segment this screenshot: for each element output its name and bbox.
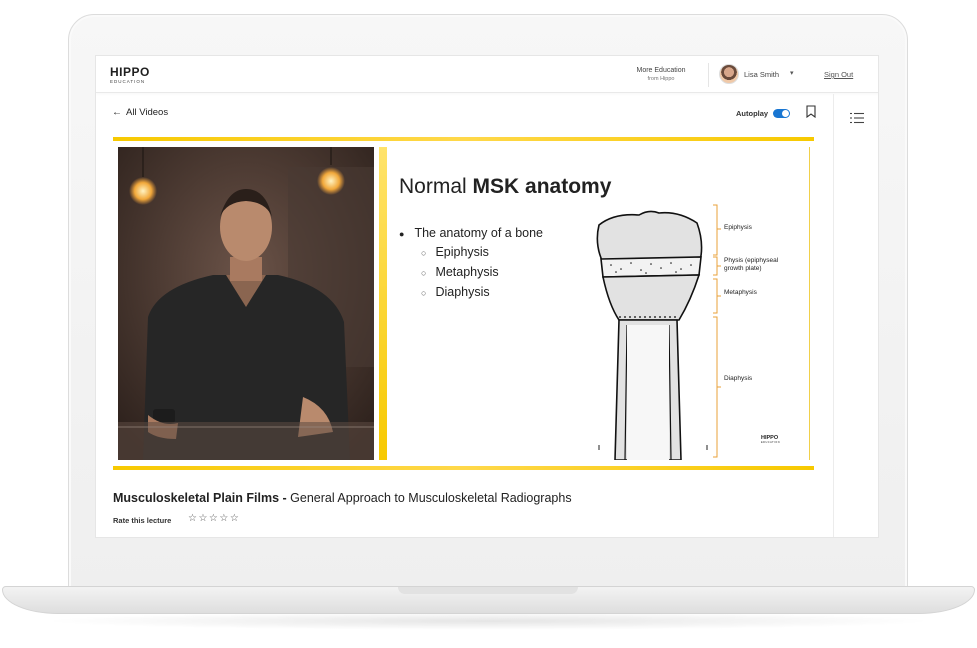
sign-out-link[interactable]: Sign Out (824, 70, 853, 79)
sub-bullet-text: Epiphysis (435, 245, 489, 259)
laptop-shadow (40, 612, 937, 630)
slide-title: Normal MSK anatomy (399, 175, 611, 199)
playlist-icon[interactable] (850, 112, 864, 124)
top-nav-bar: HIPPO EDUCATION More Education from Hipp… (96, 56, 878, 93)
lecture-title: Musculoskeletal Plain Films - General Ap… (113, 491, 572, 505)
slide-title-bold: MSK anatomy (472, 175, 612, 198)
label-metaphysis: Metaphysis (724, 289, 757, 296)
slide-bullet: ● The anatomy of a bone (399, 226, 543, 240)
presenter-video (118, 147, 374, 460)
user-name[interactable]: Lisa Smith (744, 70, 779, 79)
slide-logo-sub: EDUCATION (761, 441, 781, 444)
lecture-title-rest: General Approach to Musculoskeletal Radi… (290, 491, 572, 505)
bullet-dot-icon: ● (399, 229, 405, 239)
laptop-notch (398, 587, 578, 594)
autoplay-label: Autoplay (736, 109, 769, 118)
lecture-slide: Normal MSK anatomy ● The anatomy of a bon… (389, 147, 810, 460)
back-label: All Videos (126, 107, 169, 118)
logo-main-text: HIPPO (110, 65, 150, 79)
video-top-border (113, 137, 814, 141)
back-to-videos-link[interactable]: ← All Videos (112, 107, 168, 118)
sub-bullet-text: Diaphysis (435, 285, 490, 299)
bone-diagram (596, 210, 708, 460)
more-education-link[interactable]: More Education from Hippo (624, 66, 698, 83)
slide-title-regular: Normal (399, 175, 467, 198)
star-rating-icons[interactable]: ☆☆☆☆☆ (188, 513, 240, 524)
more-education-label: More Education (636, 67, 686, 74)
hippo-logo[interactable]: HIPPO EDUCATION (110, 66, 150, 84)
slide-accent-strip (379, 147, 387, 460)
avatar[interactable] (719, 64, 739, 84)
slide-bullet-text: The anatomy of a bone (414, 226, 543, 240)
slide-sub-bullet: ○ Diaphysis (421, 285, 490, 299)
label-diaphysis: Diaphysis (724, 375, 753, 382)
rate-label: Rate this lecture (113, 516, 172, 525)
logo-sub-text: EDUCATION (110, 79, 146, 84)
circle-bullet-icon: ○ (421, 268, 427, 278)
app-screen: HIPPO EDUCATION More Education from Hipp… (95, 55, 879, 538)
slide-sub-bullet: ○ Metaphysis (421, 265, 499, 279)
lecture-title-bold: Musculoskeletal Plain Films - (113, 491, 287, 505)
side-panel (833, 94, 878, 537)
video-player[interactable]: Normal MSK anatomy ● The anatomy of a bon… (113, 137, 814, 471)
video-progress-bar[interactable] (113, 466, 814, 470)
label-physis-2: growth plate) (724, 265, 762, 272)
main-content: ← All Videos Autoplay Normal MSK anatomy… (96, 94, 833, 537)
anatomy-brackets (713, 204, 721, 458)
bookmark-icon[interactable] (806, 105, 816, 118)
autoplay-toggle[interactable] (773, 109, 790, 118)
label-epiphysis: Epiphysis (724, 224, 752, 231)
slide-logo: HIPPO EDUCATION (761, 435, 780, 444)
label-physis-1: Physis (epiphyseal (724, 257, 779, 264)
sub-bullet-text: Metaphysis (435, 265, 499, 279)
circle-bullet-icon: ○ (421, 288, 427, 298)
more-education-sublabel: from Hippo (647, 76, 675, 82)
arrow-left-icon: ← (112, 107, 122, 118)
slide-sub-bullet: ○ Epiphysis (421, 245, 489, 259)
chevron-down-icon[interactable]: ▾ (790, 69, 794, 77)
circle-bullet-icon: ○ (421, 248, 427, 258)
nav-divider (708, 63, 709, 87)
